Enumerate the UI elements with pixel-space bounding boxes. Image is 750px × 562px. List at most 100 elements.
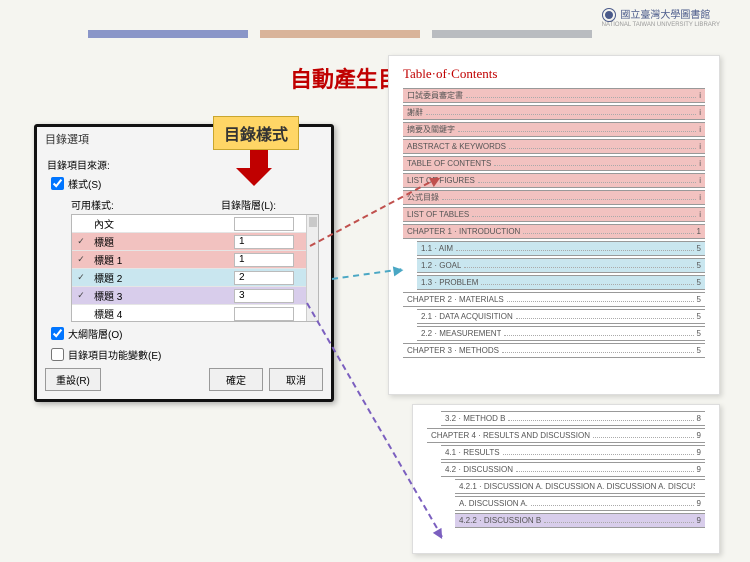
toc-entry-page: i xyxy=(699,125,701,134)
toc-entry: 2.1 · DATA ACQUISITION 5 xyxy=(417,309,705,324)
style-label-box: 目錄樣式 xyxy=(213,116,299,150)
toc-entry: LIST OF FIGURESi xyxy=(403,173,705,188)
toc-entry: 1.1 · AIM 5 xyxy=(417,241,705,256)
library-logo: 國立臺灣大學圖書館 NATIONAL TAIWAN UNIVERSITY LIB… xyxy=(602,6,720,28)
toc-entry-page: i xyxy=(699,193,701,202)
toc-entry-text: 2.2 · MEASUREMENT xyxy=(421,329,501,338)
toc-title: Table·of·Contents xyxy=(403,66,705,82)
toc-entry-page: 9 xyxy=(697,499,701,508)
toc-entry: 摘要及關鍵字i xyxy=(403,122,705,137)
toc-entry-page: 8 xyxy=(697,414,701,423)
logo-text: 國立臺灣大學圖書館 xyxy=(620,10,710,21)
toc-entry-page: 5 xyxy=(697,312,701,321)
toc-entry-text: 1.1 · AIM xyxy=(421,244,453,253)
toc-entry-text: A. DISCUSSION A. xyxy=(459,499,528,508)
toc-entry-text: 2.1 · DATA ACQUISITION xyxy=(421,312,513,321)
toc-entry-page: 1 xyxy=(697,227,701,236)
style-checkbox[interactable] xyxy=(51,177,64,190)
toc-entry: A. DISCUSSION A. 9 xyxy=(455,496,705,511)
reset-button[interactable]: 重設(R) xyxy=(45,368,101,391)
toc-entry: 2.2 · MEASUREMENT 5 xyxy=(417,326,705,341)
style-row-name: 標題 2 xyxy=(90,270,230,285)
style-row-level-input[interactable] xyxy=(234,307,294,321)
style-row-name: 標題 xyxy=(90,234,230,249)
style-row-1[interactable]: ✓標題 xyxy=(72,233,318,251)
style-row-level-input[interactable] xyxy=(234,217,294,231)
toc-entry: 謝辭 i xyxy=(403,105,705,120)
style-row-4[interactable]: ✓標題 3 xyxy=(72,287,318,305)
toc-entry-text: 4.2 · DISCUSSION xyxy=(445,465,513,474)
toc-entry: 公式目錄i xyxy=(403,190,705,205)
style-row-level-input[interactable] xyxy=(234,253,294,267)
toc-options-dialog: 目錄選項 目錄項目來源: 樣式(S) 可用樣式: 目錄階層(L): 內文✓標題✓… xyxy=(34,124,334,402)
toc-entry: 4.1 · RESULTS9 xyxy=(441,445,705,460)
toc-entry: CHAPTER 3 · METHODS 5 xyxy=(403,343,705,358)
toc-entry-page: 5 xyxy=(697,346,701,355)
down-arrow-icon xyxy=(245,146,272,186)
toc-entry: 1.2 · GOAL5 xyxy=(417,258,705,273)
toc-entry-text: CHAPTER 3 · METHODS xyxy=(407,346,499,355)
toc-entry-page: 5 xyxy=(697,244,701,253)
toc-entry-page: 9 xyxy=(697,516,701,525)
toc-entry: 3.2 · METHOD B 8 xyxy=(441,411,705,426)
style-row-level-input[interactable] xyxy=(234,235,294,249)
style-checkbox-label: 樣式(S) xyxy=(68,176,101,191)
toc-entry-text: TABLE OF CONTENTS xyxy=(407,159,491,168)
logo-subtext: NATIONAL TAIWAN UNIVERSITY LIBRARY xyxy=(602,22,720,28)
toc-entry-page: i xyxy=(699,142,701,151)
toc-entry-page: i xyxy=(699,210,701,219)
toc-entry-page: i xyxy=(699,176,701,185)
style-list[interactable]: 內文✓標題✓標題 1✓標題 2✓標題 3標題 4 xyxy=(71,214,319,322)
style-row-level-input[interactable] xyxy=(234,289,294,303)
style-row-2[interactable]: ✓標題 1 xyxy=(72,251,318,269)
toc-entry-text: 1.2 · GOAL xyxy=(421,261,461,270)
header-bar-2 xyxy=(260,30,420,38)
toc-entry: 4.2.2 · DISCUSSION B9 xyxy=(455,513,705,528)
toc-entry: 4.2 · DISCUSSION9 xyxy=(441,462,705,477)
outline-checkbox-label: 大綱階層(O) xyxy=(68,326,122,341)
toc-entry-page: 5 xyxy=(697,329,701,338)
style-row-level-input[interactable] xyxy=(234,271,294,285)
toc-entry-text: 口試委員審定書 xyxy=(407,90,463,101)
available-styles-header: 可用樣式: xyxy=(71,197,221,212)
logo-icon xyxy=(602,8,616,22)
entry-checkbox[interactable] xyxy=(51,348,64,361)
style-row-name: 標題 1 xyxy=(90,252,230,267)
style-row-check: ✓ xyxy=(72,236,90,247)
toc-entry: ABSTRACT & KEYWORDSi xyxy=(403,139,705,154)
toc-entry-text: 4.2.1 · DISCUSSION A. DISCUSSION A. DISC… xyxy=(459,482,695,491)
toc-entry-text: 謝辭 xyxy=(407,107,423,118)
toc-entry-page: 9 xyxy=(697,448,701,457)
toc-entry-page: 5 xyxy=(697,278,701,287)
toc-preview-page-2: 3.2 · METHOD B 8 CHAPTER 4 · RESULTS AND D… xyxy=(412,404,720,554)
toc-entry-page: i xyxy=(699,91,701,100)
toc-entry: LIST OF TABLES i xyxy=(403,207,705,222)
toc-entry-text: 3.2 · METHOD B xyxy=(445,414,505,423)
style-row-check: ✓ xyxy=(72,272,90,283)
outline-checkbox[interactable] xyxy=(51,327,64,340)
style-row-name: 標題 3 xyxy=(90,288,230,303)
toc-entry: CHAPTER 1 · INTRODUCTION1 xyxy=(403,224,705,239)
entry-checkbox-label: 目錄項目功能變數(E) xyxy=(68,347,161,362)
style-row-check: ✓ xyxy=(72,290,90,301)
header-bar-3 xyxy=(432,30,592,38)
header-bar-1 xyxy=(88,30,248,38)
toc-entry-page: 5 xyxy=(697,295,701,304)
toc-entry-page: i xyxy=(699,108,701,117)
style-row-3[interactable]: ✓標題 2 xyxy=(72,269,318,287)
style-row-0[interactable]: 內文 xyxy=(72,215,318,233)
style-row-5[interactable]: 標題 4 xyxy=(72,305,318,322)
toc-entry: 4.2.1 · DISCUSSION A. DISCUSSION A. DISC… xyxy=(455,479,705,494)
ok-button[interactable]: 確定 xyxy=(209,368,263,391)
style-row-check: ✓ xyxy=(72,254,90,265)
toc-entry-page: i xyxy=(699,159,701,168)
toc-entry: 口試委員審定書 i xyxy=(403,88,705,103)
toc-entry-text: LIST OF TABLES xyxy=(407,210,469,219)
toc-entry-text: CHAPTER 4 · RESULTS AND DISCUSSION xyxy=(431,431,590,440)
cancel-button[interactable]: 取消 xyxy=(269,368,323,391)
toc-preview-page-1: Table·of·Contents 口試委員審定書i謝辭i摘要及關鍵字iABST… xyxy=(388,55,720,395)
toc-entry: TABLE OF CONTENTS i xyxy=(403,156,705,171)
toc-entry: CHAPTER 4 · RESULTS AND DISCUSSION 9 xyxy=(427,428,705,443)
style-row-name: 內文 xyxy=(90,216,230,231)
toc-entry-page: 9 xyxy=(697,431,701,440)
